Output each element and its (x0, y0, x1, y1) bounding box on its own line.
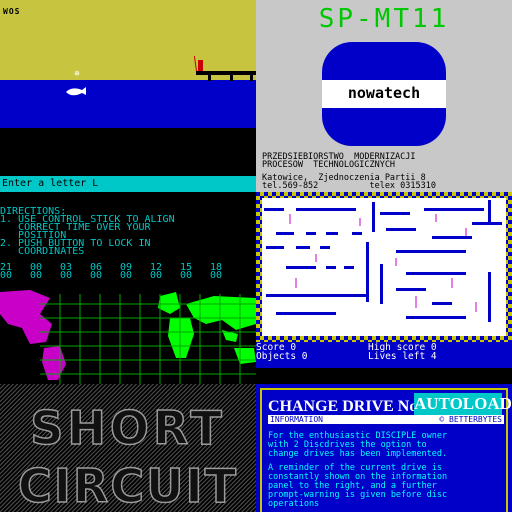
product-title: SP-MT11 (318, 4, 450, 34)
objects-label: Objects 0 (256, 351, 308, 362)
time-zone-label: 12 00 (150, 262, 163, 281)
time-zone-label: 03 00 (60, 262, 73, 281)
sea (0, 80, 256, 128)
title-line-2: CIRCUIT (18, 459, 238, 512)
autoloader-badge-text: AUTOLOADER (414, 394, 512, 413)
phone-line: tel.569-852 telex 0315310 (262, 181, 436, 191)
pier-leg (250, 75, 253, 81)
paragraph-line: change drives has been implemented. (268, 449, 448, 459)
time-zone-label: 00 00 (30, 262, 43, 281)
pier-leg (208, 75, 211, 81)
title-art: SHORT CIRCUIT (0, 384, 256, 512)
directions-line: COORDINATES (0, 246, 85, 257)
fisherman-sprite (198, 60, 203, 71)
fishing-game-panel: WOS ✵ (0, 0, 256, 128)
pier (196, 71, 256, 75)
copyright-label: © BETTERBYTES (439, 415, 502, 424)
sp-mt11-panel: SP-MT11 nowatech PRZEDSIEBIORSTWO MODERN… (256, 0, 512, 192)
pier-leg (230, 75, 233, 81)
world-map (0, 284, 256, 384)
autoloader-badge: AUTOLOADER (414, 393, 512, 415)
logo-text: nowatech (347, 84, 421, 102)
maze-game-panel: Score 0 Objects 0 High score 0 Lives lef… (256, 192, 512, 368)
time-zone-label: 21 00 (0, 262, 13, 281)
time-zone-label: 06 00 (90, 262, 103, 281)
prompt-bar: Enter a letter L (0, 176, 256, 192)
whale-spout-icon: ✵ (74, 68, 81, 79)
time-zone-label: 18 00 (210, 262, 223, 281)
sky (0, 0, 256, 80)
world-time-panel: Enter a letter L DIRECTIONS: 1. USE CONT… (0, 176, 256, 384)
time-zone-row: 21 00 00 00 03 00 06 00 09 00 12 00 15 00 18 00 (0, 262, 240, 281)
time-zone-label: 15 00 (180, 262, 193, 281)
letter-prompt: Enter a letter L (2, 178, 99, 189)
info-label: INFORMATION (270, 415, 323, 424)
lives-label: Lives left 4 (368, 351, 437, 362)
autoloader-info-panel: CHANGE DRIVE No. AUTOLOADER INFORMATION … (256, 384, 512, 512)
short-circuit-panel: SHORT CIRCUIT (0, 384, 256, 512)
whale-icon (66, 87, 86, 96)
game-word-label: WOS (3, 7, 21, 16)
company-logo: nowatech (322, 42, 446, 146)
title-line-1: SHORT (30, 401, 225, 455)
paragraph-line: operations (268, 499, 320, 509)
change-drive-heading: CHANGE DRIVE No. (268, 398, 422, 415)
org-line-2: PROCESOW TECHNOLOGICZNYCH (262, 160, 396, 170)
time-zone-label: 09 00 (120, 262, 133, 281)
info-bar: INFORMATION © BETTERBYTES (268, 415, 504, 424)
